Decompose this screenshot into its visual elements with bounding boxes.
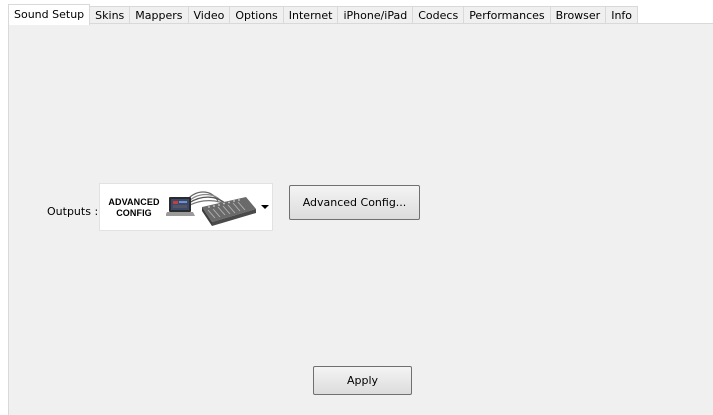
tab-info[interactable]: Info (606, 6, 639, 24)
sound-setup-panel: Outputs : ADVANCED CONFIG Advanced Confi… (8, 23, 713, 415)
tab-sound-setup[interactable]: Sound Setup (8, 4, 91, 25)
settings-window: Sound Setup Skins Mappers Video Options … (0, 0, 713, 415)
tab-browser[interactable]: Browser (550, 6, 607, 24)
tab-codecs[interactable]: Codecs (413, 6, 465, 24)
tab-options[interactable]: Options (230, 6, 284, 24)
advanced-config-button[interactable]: Advanced Config... (289, 185, 420, 220)
apply-button[interactable]: Apply (313, 366, 412, 395)
tab-mappers[interactable]: Mappers (130, 6, 189, 24)
outputs-label: Outputs : (47, 205, 99, 218)
tab-video[interactable]: Video (188, 6, 231, 24)
laptop-mixer-icon (166, 191, 256, 226)
outputs-selected-line2: CONFIG (116, 208, 152, 218)
outputs-dropdown[interactable]: ADVANCED CONFIG (99, 183, 273, 231)
tab-iphone-ipad[interactable]: iPhone/iPad (338, 6, 414, 24)
tab-internet[interactable]: Internet (283, 6, 339, 24)
dropdown-arrow-icon[interactable] (261, 205, 269, 209)
outputs-selected-line1: ADVANCED (108, 197, 160, 207)
tab-performances[interactable]: Performances (464, 6, 551, 24)
outputs-selected-text: ADVANCED CONFIG (106, 197, 162, 219)
tab-strip: Sound Setup Skins Mappers Video Options … (8, 4, 639, 25)
tab-skins[interactable]: Skins (90, 6, 131, 24)
